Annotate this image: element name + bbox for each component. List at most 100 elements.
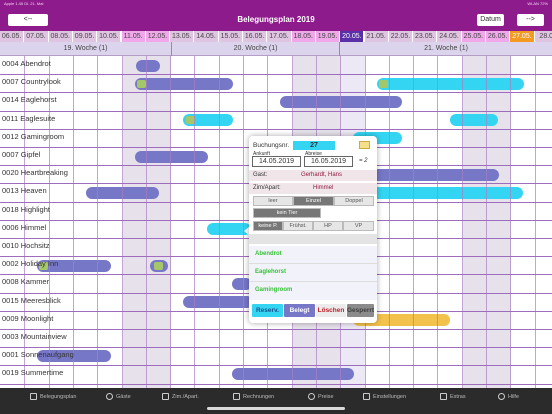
room-label[interactable]: 0014 Eaglehorst: [2, 95, 57, 104]
weekend-shade: [463, 56, 511, 388]
day-cell: 23.05.: [413, 31, 438, 42]
room-label[interactable]: 0006 Himmel: [2, 223, 46, 232]
guest-row[interactable]: Gast: Gerhardt, Hans: [249, 170, 377, 181]
tab-extras[interactable]: Extras: [440, 393, 466, 407]
ankunft-field[interactable]: 14.05.2019: [252, 156, 301, 167]
buchungsnr-label: Buchungsnr.: [253, 142, 290, 149]
list-item[interactable]: Eaglehorst: [255, 269, 286, 275]
occupied-button[interactable]: Belegt: [284, 304, 315, 317]
app-window: Apple 1.45 Di. 21. Mai WLAN 72% <-- Bele…: [0, 0, 552, 414]
blocked-button[interactable]: Gesperrt: [347, 304, 374, 317]
day-header-row: 06.05. 07.05. 08.05. 09.05. 10.05. 11.05. 12.0…: [0, 31, 552, 42]
grid-row-line: [0, 365, 552, 367]
day-cell: 06.05.: [0, 31, 25, 42]
day-cell: 08.05.: [48, 31, 73, 42]
grid-column-line: [510, 56, 512, 388]
tab-preise[interactable]: Preise: [308, 393, 334, 407]
zim-row[interactable]: Zim/Apart: Himmel: [249, 183, 377, 194]
day-cell: 22.05.: [388, 31, 414, 42]
room-label[interactable]: 0013 Heaven: [2, 186, 47, 195]
board-hp[interactable]: HP: [313, 221, 343, 231]
page-title: Belegungsplan 2019: [237, 15, 315, 24]
warning-icon: [440, 393, 447, 400]
room-label[interactable]: 0007 Countrylook: [2, 77, 61, 86]
room-label[interactable]: 0015 Meeresblick: [2, 296, 61, 305]
room-label[interactable]: 0001 Sonnenaufgang: [2, 350, 74, 359]
room-label[interactable]: 0009 Moonlight: [2, 314, 53, 323]
reserve-button[interactable]: Reserv.: [252, 304, 283, 317]
list-separator: [249, 263, 377, 264]
datum-button[interactable]: Datum: [477, 14, 504, 26]
mail-icon[interactable]: [359, 141, 370, 149]
tab-label: Rechnungen: [243, 393, 275, 400]
occupancy-doppel[interactable]: Doppel: [334, 196, 374, 206]
delete-button[interactable]: Löschen: [316, 304, 346, 317]
booking-bar[interactable]: [377, 78, 524, 90]
tab-rechnungen[interactable]: Rechnungen: [233, 393, 274, 407]
room-label[interactable]: 0002 Holiday Inn: [2, 259, 58, 268]
list-item[interactable]: Abendrot: [255, 251, 282, 257]
room-label[interactable]: 0003 Mountainview: [2, 332, 67, 341]
room-label[interactable]: 0018 Highlight: [2, 205, 50, 214]
status-time: Apple 1.45 Di. 21. Mai: [4, 1, 44, 6]
grid-column-line: [388, 56, 390, 388]
booking-bar[interactable]: [232, 368, 354, 380]
tab-einstellungen[interactable]: Einstellungen: [363, 393, 406, 407]
weekend-shade: [123, 56, 171, 388]
room-label[interactable]: 0020 Heartbreaking: [2, 168, 68, 177]
booking-bar[interactable]: [450, 114, 498, 126]
note-icon: [154, 262, 163, 270]
list-separator: [249, 281, 377, 282]
tab-bar: Belegungsplan Gäste Zim./Apart. Rechnung…: [0, 388, 552, 414]
animal-toggle[interactable]: kein Tier: [253, 208, 321, 218]
board-vp[interactable]: VP: [343, 221, 374, 231]
occupancy-einzel[interactable]: Einzel: [293, 196, 334, 206]
grid-column-line: [194, 56, 196, 388]
day-cell: 10.05.: [97, 31, 122, 42]
abreise-field[interactable]: 16.05.2019: [304, 156, 353, 167]
grid-row-line: [0, 347, 552, 349]
tab-belegungsplan[interactable]: Belegungsplan: [30, 393, 76, 407]
booking-bar[interactable]: [136, 60, 160, 72]
room-label[interactable]: 0008 Kammer: [2, 277, 49, 286]
tab-hilfe[interactable]: Hilfe: [498, 393, 519, 407]
day-cell: 21.05.: [364, 31, 389, 42]
grid-row-line: [0, 383, 552, 385]
tab-label: Preise: [318, 393, 334, 400]
note-icon: [137, 80, 146, 88]
day-cell: 07.05.: [24, 31, 49, 42]
board-none[interactable]: keine P.: [253, 221, 283, 231]
week-label: 20. Woche (1): [172, 42, 340, 56]
grid-row-line: [0, 92, 552, 94]
list-item[interactable]: Gamingroom: [255, 287, 292, 293]
day-cell: 25.05.: [461, 31, 486, 42]
buchungsnr-field[interactable]: 27: [293, 141, 335, 150]
room-label[interactable]: 0004 Abendrot: [2, 59, 51, 68]
tab-label: Hilfe: [508, 393, 520, 400]
wrench-icon: [363, 393, 370, 400]
occupancy-leer[interactable]: leer: [253, 196, 293, 206]
day-cell: 19.05.: [315, 31, 341, 42]
tab-label: Einstellungen: [373, 393, 407, 400]
tab-gaeste[interactable]: Gäste: [106, 393, 131, 407]
help-icon: [498, 393, 505, 400]
board-breakfast[interactable]: Frühst.: [283, 221, 313, 231]
zim-label: Zim/Apart:: [253, 185, 281, 191]
room-label[interactable]: 0011 Eaglesuite: [2, 114, 55, 123]
grid-column-line: [461, 56, 463, 388]
day-cell: 27.05.: [510, 31, 535, 42]
room-label[interactable]: 0012 Gamingroom: [2, 132, 64, 141]
tab-zimmer[interactable]: Zim./Apart.: [162, 393, 199, 407]
room-label[interactable]: 0019 Summertime: [2, 368, 63, 377]
day-cell: 11.05.: [121, 31, 146, 42]
grid-row-line: [0, 329, 552, 330]
note-icon: [379, 80, 388, 88]
room-label[interactable]: 0010 Hochsitz: [2, 241, 50, 250]
grid-column-line: [218, 56, 220, 388]
tab-label: Belegungsplan: [40, 393, 77, 400]
room-label[interactable]: 0007 Gipfel: [2, 150, 40, 159]
grid-column-line: [145, 56, 147, 388]
grid-row-line: [0, 128, 552, 130]
next-button[interactable]: -->: [517, 14, 544, 26]
grid-column-line: [170, 56, 172, 388]
